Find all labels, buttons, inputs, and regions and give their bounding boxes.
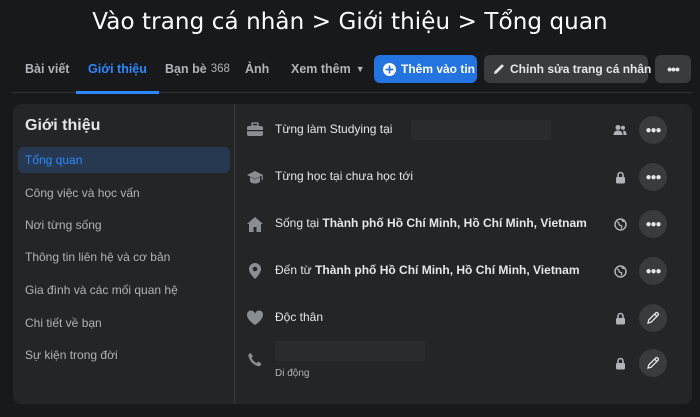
tab-about[interactable]: Giới thiệu (76, 44, 159, 94)
pencil-icon (646, 311, 660, 325)
more-dots-icon: ●●● (645, 171, 661, 183)
sidebar-title: Giới thiệu (25, 117, 101, 134)
overview-text: Từng làm Studying tại (275, 122, 393, 136)
overview-text: Từng học tại chưa học tới (275, 169, 413, 183)
caret-down-icon: ▼ (355, 63, 365, 74)
plus-circle-icon (383, 62, 396, 76)
overview-row-current-city: Sống tại Thành phố Hồ Chí Minh, Hồ Chí M… (243, 209, 683, 239)
tab-more[interactable]: Xem thêm ▼ (291, 44, 365, 93)
tab-label: Bài viết (25, 61, 70, 76)
redacted-area (411, 120, 551, 140)
friends-icon[interactable] (613, 123, 627, 137)
location-pin-icon (245, 261, 265, 281)
edit-row-button[interactable] (639, 304, 667, 332)
more-dots-icon: ●●● (645, 265, 661, 277)
row-more-button[interactable]: ●●● (639, 257, 667, 285)
row-more-button[interactable]: ●●● (639, 163, 667, 191)
overview-text: Sống tại Thành phố Hồ Chí Minh, Hồ Chí M… (275, 216, 587, 230)
tab-friends[interactable]: Bạn bè 368 (165, 44, 230, 93)
edit-profile-label: Chỉnh sửa trang cá nhân (510, 62, 652, 76)
overview-text: Độc thân (275, 310, 324, 324)
lock-icon[interactable] (613, 170, 627, 184)
briefcase-icon (245, 120, 265, 140)
overview-text: Đến từ Thành phố Hồ Chí Minh, Hồ Chí Min… (275, 263, 580, 277)
tab-label: Xem thêm (291, 61, 351, 76)
tab-label: Ảnh (245, 61, 270, 76)
more-dots-icon: ●●● (645, 124, 661, 136)
home-icon (245, 214, 265, 234)
about-panel: Giới thiệu Tổng quan Công việc và học vấ… (13, 104, 692, 404)
profile-tab-bar: Bài viết Giới thiệu Bạn bè 368 Ảnh Xem th… (12, 44, 692, 94)
overview-row-education: Từng học tại chưa học tới ●●● (243, 162, 683, 192)
sidebar-item-label: Thông tin liên hệ và cơ bản (25, 250, 171, 264)
about-sidebar: Giới thiệu Tổng quan Công việc và học vấ… (13, 104, 235, 404)
pencil-icon (493, 63, 505, 75)
profile-more-button[interactable]: ••• (655, 55, 691, 83)
graduation-cap-icon (245, 167, 265, 187)
lock-icon[interactable] (613, 311, 627, 325)
add-story-label: Thêm vào tin (401, 62, 476, 76)
edit-profile-button[interactable]: Chỉnh sửa trang cá nhân (484, 55, 652, 83)
row-more-button[interactable]: ●●● (639, 116, 667, 144)
add-story-button[interactable]: Thêm vào tin (374, 55, 477, 83)
tab-photos[interactable]: Ảnh (245, 44, 269, 93)
sidebar-item-label: Gia đình và các mối quan hệ (25, 283, 178, 297)
overview-row-work: Từng làm Studying tại ●●● (243, 115, 683, 145)
more-dots-icon: ••• (667, 61, 680, 77)
sidebar-item-details-about-you[interactable]: Chi tiết về bạn (18, 310, 230, 336)
row-more-button[interactable]: ●●● (639, 210, 667, 238)
phone-icon (245, 350, 265, 370)
sidebar-item-family-relationships[interactable]: Gia đình và các mối quan hệ (18, 277, 230, 303)
tutorial-caption: Vào trang cá nhân > Giới thiệu > Tổng qu… (92, 9, 608, 35)
overview-row-relationship: Độc thân (243, 303, 683, 333)
tab-label: Bạn bè (165, 61, 207, 76)
more-dots-icon: ●●● (645, 218, 661, 230)
sidebar-item-contact-info[interactable]: Thông tin liên hệ và cơ bản (18, 244, 230, 270)
pencil-icon (646, 356, 660, 370)
friends-count: 368 (210, 62, 230, 75)
sidebar-item-work-education[interactable]: Công việc và học vấn (18, 180, 230, 206)
sidebar-item-label: Tổng quan (25, 153, 83, 167)
sidebar-item-overview[interactable]: Tổng quan (18, 147, 230, 173)
sidebar-item-label: Nơi từng sống (25, 218, 102, 232)
sidebar-item-label: Công việc và học vấn (25, 186, 140, 200)
sidebar-item-label: Sự kiện trong đời (25, 348, 118, 362)
lock-icon[interactable] (613, 356, 627, 370)
overview-row-hometown: Đến từ Thành phố Hồ Chí Minh, Hồ Chí Min… (243, 256, 683, 286)
sidebar-item-places-lived[interactable]: Nơi từng sống (18, 212, 230, 238)
sidebar-item-life-events[interactable]: Sự kiện trong đời (18, 342, 230, 368)
edit-row-button[interactable] (639, 349, 667, 377)
globe-icon[interactable] (613, 264, 627, 278)
tab-posts[interactable]: Bài viết (25, 44, 69, 93)
tab-label: Giới thiệu (88, 61, 147, 76)
heart-icon (245, 308, 265, 328)
redacted-area (275, 341, 425, 361)
globe-icon[interactable] (613, 217, 627, 231)
overview-row-phone: Di động (243, 341, 683, 381)
phone-type-label: Di động (275, 368, 310, 379)
sidebar-item-label: Chi tiết về bạn (25, 316, 102, 330)
